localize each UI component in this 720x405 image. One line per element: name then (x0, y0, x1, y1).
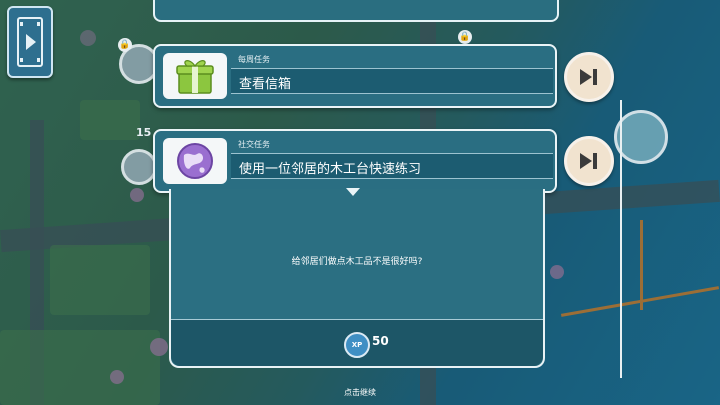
dialog-pointer (346, 188, 360, 196)
skip-forward-icon (580, 69, 597, 85)
task-card-social[interactable]: 社交任务 使用一位邻居的木工台快速练习 (153, 129, 557, 193)
task-description: 给邻居们做点木工品不是很好吗? (291, 257, 423, 267)
skip-task-button[interactable] (564, 136, 614, 186)
map-level-label: 15 (136, 126, 152, 139)
xp-icon: XP (344, 332, 370, 358)
task-category-label: 每周任务 (238, 55, 270, 64)
task-title: 使用一位邻居的木工台快速练习 (239, 162, 422, 177)
task-detail-dialog[interactable]: 给邻居们做点木工品不是很好吗? XP 50 (169, 189, 545, 368)
task-category-label: 社交任务 (238, 140, 270, 149)
map-pole-divider (620, 100, 622, 378)
xp-reward-value: 50 (372, 334, 389, 348)
skip-forward-icon (580, 153, 597, 169)
video-button[interactable] (7, 6, 53, 78)
task-title-bar: 使用一位邻居的木工台快速练习 (231, 153, 553, 179)
task-card-weekly[interactable]: 每周任务 查看信箱 (153, 44, 557, 108)
map-location-marker[interactable] (121, 149, 157, 185)
gift-box-icon (176, 60, 214, 94)
globe-icon (177, 143, 213, 179)
tap-to-continue[interactable]: 点击继续 (0, 387, 720, 398)
task-icon-frame (163, 53, 227, 99)
skip-task-button[interactable] (564, 52, 614, 102)
task-icon-frame (163, 138, 227, 184)
task-title-bar: 查看信箱 (231, 68, 553, 94)
film-play-icon (17, 17, 43, 67)
map-location-marker[interactable] (614, 110, 668, 164)
reward-bar: XP 50 (171, 319, 543, 366)
lock-icon: 🔒 (458, 30, 472, 44)
task-title: 查看信箱 (239, 77, 292, 92)
top-panel-edge (153, 0, 559, 22)
